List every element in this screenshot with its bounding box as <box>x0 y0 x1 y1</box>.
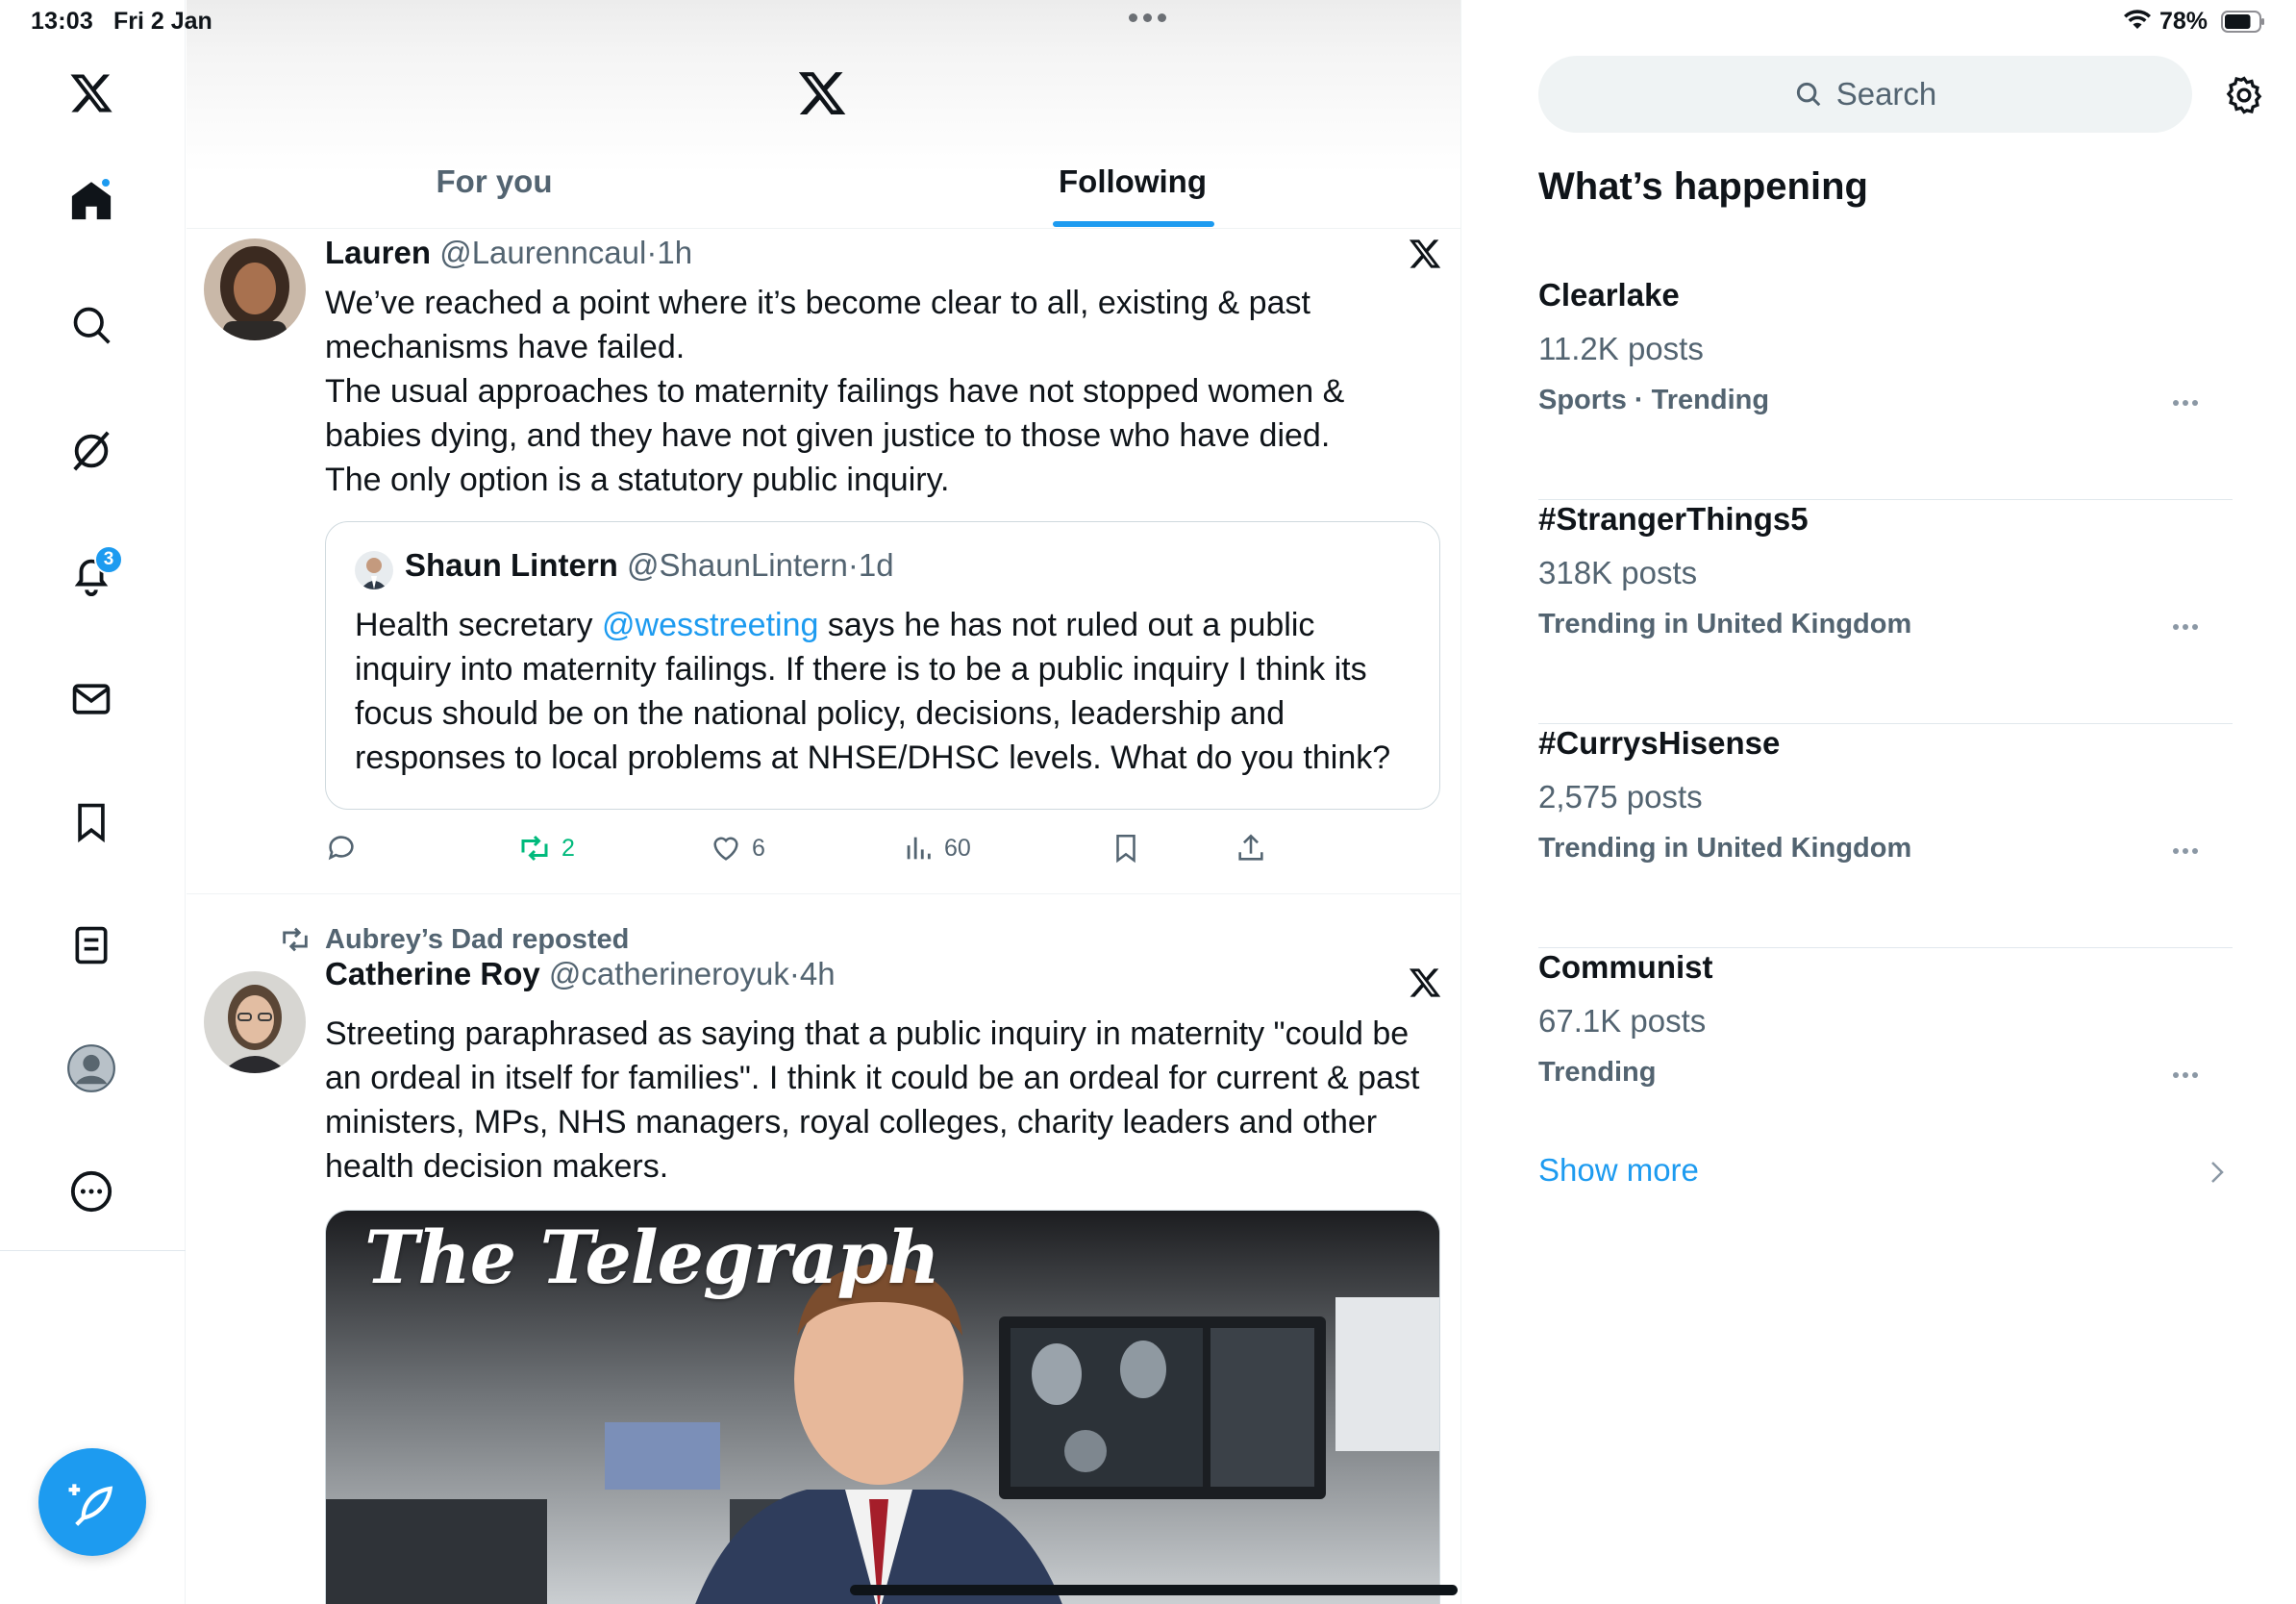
home-icon[interactable] <box>63 173 119 229</box>
messages-icon[interactable] <box>63 671 119 727</box>
author-name[interactable]: Catherine Roy <box>325 956 540 991</box>
trend-count: 2,575 posts <box>1538 779 1703 815</box>
tweet-time[interactable]: 4h <box>800 956 836 991</box>
trend-context: Trending in United Kingdom <box>1538 833 1912 864</box>
trend-count: 318K posts <box>1538 555 1698 590</box>
multitasking-dots-icon[interactable] <box>1129 13 1166 22</box>
battery-icon <box>2221 11 2264 33</box>
author-handle[interactable]: @catherineroyuk <box>549 956 789 991</box>
trend-divider <box>1538 722 2233 724</box>
status-bar: 13:03 Fri 2 Jan 78% <box>0 0 2296 46</box>
trend-context: Trending in United Kingdom <box>1538 609 1912 639</box>
notifications-icon[interactable]: 3 <box>63 545 123 603</box>
trend-divider <box>1538 498 2233 500</box>
repost-icon <box>283 927 308 952</box>
more-options-icon[interactable] <box>2173 1072 2198 1078</box>
tweet[interactable]: Aubrey’s Dad reposted Catherine Roy @cat… <box>187 0 1460 1604</box>
grok-icon[interactable] <box>63 423 119 479</box>
trend-item[interactable]: #StrangerThings5 318K posts Trending in … <box>1538 501 2233 724</box>
show-more-link[interactable]: Show more <box>1538 1152 1699 1189</box>
profile-icon[interactable] <box>63 1040 119 1096</box>
main-timeline: For you Following Lauren @Laurenncaul·1h… <box>187 0 1461 1604</box>
wifi-icon <box>2124 10 2151 29</box>
reposted-by-label[interactable]: Aubrey’s Dad reposted <box>325 924 629 956</box>
media-masthead: The Telegraph <box>364 1215 940 1300</box>
search-field[interactable]: Search <box>1538 56 2192 133</box>
trend-item[interactable]: Communist 67.1K posts Trending <box>1538 949 2233 1141</box>
compose-feather-icon <box>68 1484 113 1526</box>
lists-icon[interactable] <box>63 917 119 973</box>
search-icon[interactable] <box>63 297 119 353</box>
home-indicator[interactable] <box>850 1585 1458 1595</box>
trend-name: #CurrysHisense <box>1538 725 1781 761</box>
nav-divider <box>0 1250 186 1251</box>
avatar[interactable] <box>204 971 306 1073</box>
section-title: What’s happening <box>1538 165 1868 208</box>
search-icon <box>1796 82 1821 107</box>
trend-divider <box>1538 946 2233 948</box>
repost-context: Aubrey’s Dad reposted <box>279 923 629 956</box>
app-root: 13:03 Fri 2 Jan 78% 3 For you Following … <box>0 0 2296 1604</box>
right-sidebar: Search What’s happening Clearlake 11.2K … <box>1462 0 2296 1604</box>
x-logo-icon[interactable] <box>63 65 119 121</box>
left-nav: 3 <box>0 0 186 1604</box>
compose-button[interactable] <box>38 1448 146 1556</box>
more-options-icon[interactable] <box>2173 848 2198 854</box>
battery-percent: 78% <box>2159 8 2209 35</box>
trend-count: 11.2K posts <box>1538 331 1704 366</box>
trend-context: Trending <box>1538 1057 1657 1088</box>
trend-context: Sports · Trending <box>1538 385 1770 415</box>
trend-item[interactable]: #CurrysHisense 2,575 posts Trending in U… <box>1538 725 2233 948</box>
status-time: 13:03 <box>31 8 93 35</box>
tweet-media-image[interactable]: The Telegraph <box>325 1210 1440 1604</box>
trend-item[interactable]: Clearlake 11.2K posts Sports · Trending <box>1538 277 2233 500</box>
trend-name: Communist <box>1538 949 1713 985</box>
notifications-badge: 3 <box>94 545 123 574</box>
trend-count: 67.1K posts <box>1538 1003 1707 1039</box>
chevron-right-icon[interactable] <box>2209 1160 2225 1185</box>
trend-name: Clearlake <box>1538 277 1680 313</box>
x-logo-icon <box>1409 968 1441 997</box>
more-options-icon[interactable] <box>2173 624 2198 630</box>
more-icon[interactable] <box>63 1164 119 1219</box>
home-unread-dot <box>100 177 112 188</box>
bookmarks-icon[interactable] <box>63 794 119 850</box>
status-date: Fri 2 Jan <box>113 8 212 35</box>
settings-gear-icon[interactable] <box>2223 74 2265 116</box>
tweet-header: Catherine Roy @catherineroyuk·4h <box>325 956 836 991</box>
tweet-text: Streeting paraphrased as saying that a p… <box>325 1015 1420 1185</box>
more-options-icon[interactable] <box>2173 400 2198 406</box>
search-placeholder: Search <box>1835 76 1937 112</box>
trend-name: #StrangerThings5 <box>1538 501 1809 537</box>
